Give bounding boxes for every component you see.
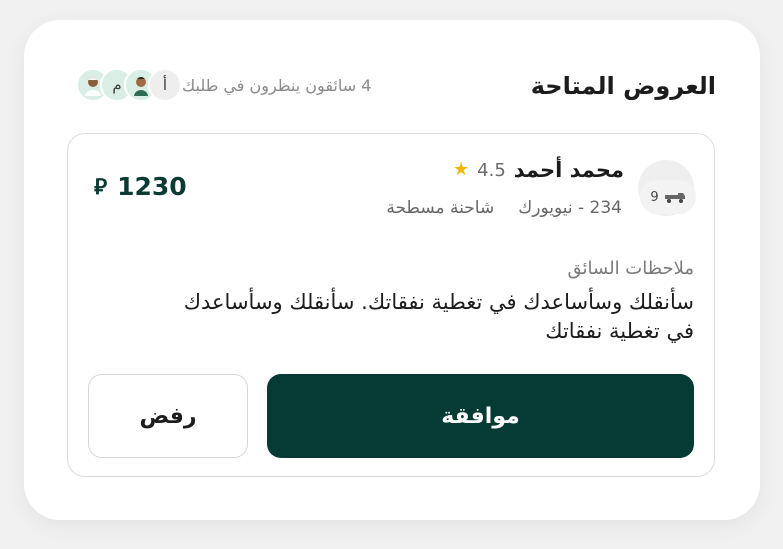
offers-header: العروض المتاحة 4 سائقون ينظرون في طلبك م xyxy=(24,68,760,108)
avatar-letter: أ xyxy=(148,68,182,102)
driver-avatars: م أ xyxy=(76,68,182,102)
page-title: العروض المتاحة xyxy=(530,72,716,100)
notes-label: ملاحظات السائق xyxy=(567,258,694,279)
accept-button[interactable]: موافقة xyxy=(267,374,694,458)
offer-price: ⃁ 1230 xyxy=(94,172,187,201)
driver-name: محمد أحمد xyxy=(513,158,624,182)
driver-name-row: محمد أحمد 4.5 ★ xyxy=(453,158,624,182)
vehicle-plate: 234 - نيويورك xyxy=(518,198,622,218)
driver-rating: 4.5 xyxy=(477,159,506,181)
riyal-icon: ⃁ xyxy=(94,174,108,200)
driver-meta: 234 - نيويورك شاحنة مسطحة xyxy=(386,198,622,218)
truck-icon xyxy=(664,193,685,203)
notes-text: سأنقلك وسأساعدك في تغطية نفقاتك. سأنقلك … xyxy=(183,290,694,343)
vehicle-badge: 9 xyxy=(640,180,696,214)
vehicle-count: 9 xyxy=(650,189,659,205)
vehicle-type: شاحنة مسطحة xyxy=(386,198,495,218)
price-value: 1230 xyxy=(117,172,187,201)
drivers-waiting: 4 سائقون ينظرون في طلبك م أ xyxy=(66,68,371,102)
driver-offer-card[interactable]: 9 محمد أحمد 4.5 ★ 234 - نيويورك شاحنة مس… xyxy=(67,133,715,477)
reject-button[interactable]: رفض xyxy=(88,374,248,458)
offers-card: العروض المتاحة 4 سائقون ينظرون في طلبك م xyxy=(24,20,760,520)
drivers-waiting-text: 4 سائقون ينظرون في طلبك xyxy=(182,75,372,95)
star-icon: ★ xyxy=(453,159,470,180)
